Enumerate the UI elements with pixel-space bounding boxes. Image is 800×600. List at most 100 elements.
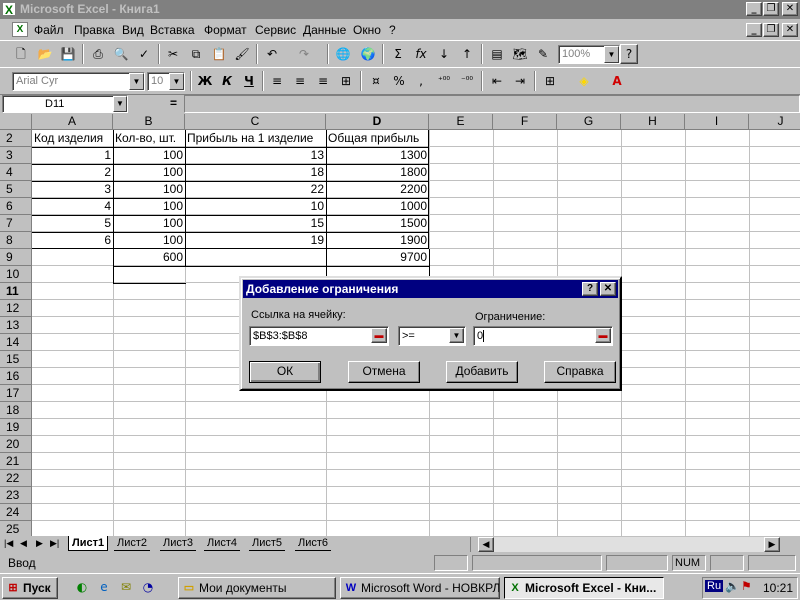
row-header[interactable]: 25 — [0, 521, 32, 536]
copy-icon[interactable]: ⧉ — [185, 44, 207, 65]
row-header[interactable]: 5 — [0, 181, 32, 198]
data-cell[interactable]: 1300 — [326, 147, 429, 164]
data-cell[interactable]: 1500 — [326, 215, 429, 232]
volume-icon[interactable]: 🔈 — [725, 579, 740, 593]
minimize-button[interactable]: _ — [746, 2, 762, 16]
scroll-left-icon[interactable]: ◀ — [478, 537, 494, 552]
menu-view[interactable]: Вид — [122, 23, 144, 37]
row-header[interactable]: 14 — [0, 334, 32, 351]
column-header[interactable]: A — [32, 114, 113, 130]
data-cell[interactable]: 22 — [185, 181, 326, 198]
doc-restore-button[interactable]: ❐ — [763, 23, 779, 37]
borders-icon[interactable]: ⊞ — [539, 71, 561, 92]
column-header[interactable]: I — [685, 114, 749, 130]
task-excel[interactable]: X Microsoft Excel - Кни... — [504, 577, 664, 599]
column-header[interactable]: D — [326, 114, 429, 130]
document-icon[interactable]: X — [12, 22, 28, 37]
data-cell[interactable]: 2 — [32, 164, 113, 181]
row-header[interactable]: 2 — [0, 130, 32, 147]
align-right-icon[interactable]: ≡ — [312, 71, 334, 92]
row-header[interactable]: 12 — [0, 300, 32, 317]
data-cell[interactable]: 2200 — [326, 181, 429, 198]
spelling-icon[interactable]: ✓ — [133, 44, 155, 65]
data-cell[interactable]: 1000 — [326, 198, 429, 215]
comma-button[interactable]: , — [410, 71, 432, 92]
menu-file[interactable]: Файл — [34, 23, 64, 37]
print-preview-icon[interactable]: 🔍 — [110, 44, 132, 65]
constraint-input[interactable]: 0 ▬ — [473, 326, 613, 346]
operator-select[interactable]: >= ▼ — [398, 326, 466, 346]
menu-tools[interactable]: Сервис — [255, 23, 296, 37]
currency-icon[interactable]: ¤ — [365, 71, 387, 92]
row-header[interactable]: 18 — [0, 402, 32, 419]
dialog-help-button[interactable]: ? — [582, 282, 598, 296]
sheet-tab-1[interactable]: Лист1 — [68, 536, 109, 551]
decrease-decimal-icon[interactable]: ⁻⁰⁰ — [456, 71, 478, 92]
data-cell[interactable]: 19 — [185, 232, 326, 249]
decrease-indent-icon[interactable]: ⇤ — [486, 71, 508, 92]
row-header[interactable]: 19 — [0, 419, 32, 436]
row-header[interactable]: 8 — [0, 232, 32, 249]
menu-insert[interactable]: Вставка — [150, 23, 195, 37]
row-header[interactable]: 9 — [0, 249, 32, 266]
help-button[interactable]: Справка — [544, 361, 616, 383]
column-header[interactable]: H — [621, 114, 685, 130]
data-cell[interactable]: 4 — [32, 198, 113, 215]
data-cell[interactable]: 100 — [113, 147, 185, 164]
menu-format[interactable]: Формат — [204, 23, 247, 37]
first-sheet-icon[interactable]: |◀ — [4, 538, 13, 549]
select-all-corner[interactable] — [0, 114, 32, 130]
doc-close-button[interactable]: ✕ — [782, 23, 798, 37]
data-cell[interactable]: 100 — [113, 181, 185, 198]
row-header[interactable]: 11 — [0, 283, 32, 300]
add-button[interactable]: Добавить — [446, 361, 518, 383]
font-color-icon[interactable]: A — [606, 71, 628, 92]
row-header[interactable]: 10 — [0, 266, 32, 283]
font-select[interactable]: Arial Cyr ▼ — [12, 72, 145, 91]
header-cell[interactable]: Прибыль на 1 изделие — [185, 130, 326, 147]
sort-asc-icon[interactable]: ↓ — [433, 44, 455, 65]
total-profit-cell[interactable]: 9700 — [326, 249, 429, 266]
dialog-close-button[interactable]: ✕ — [600, 282, 616, 296]
start-button[interactable]: ⊞ Пуск — [2, 577, 58, 599]
next-sheet-icon[interactable]: ▶ — [36, 538, 43, 549]
data-cell[interactable]: 5 — [32, 215, 113, 232]
data-cell[interactable]: 15 — [185, 215, 326, 232]
data-cell[interactable]: 100 — [113, 164, 185, 181]
print-icon[interactable]: ⎙ — [87, 44, 109, 65]
row-header[interactable]: 23 — [0, 487, 32, 504]
menu-help[interactable]: ? — [389, 23, 396, 37]
increase-decimal-icon[interactable]: ⁺⁰⁰ — [433, 71, 455, 92]
doc-minimize-button[interactable]: _ — [746, 23, 762, 37]
italic-button[interactable]: К — [216, 71, 238, 92]
scroll-right-icon[interactable]: ▶ — [764, 537, 780, 552]
merge-center-icon[interactable]: ⊞ — [335, 71, 357, 92]
column-header[interactable]: C — [185, 114, 326, 130]
data-cell[interactable]: 6 — [32, 232, 113, 249]
data-cell[interactable]: 18 — [185, 164, 326, 181]
cut-icon[interactable]: ✂ — [162, 44, 184, 65]
sheet-tab-3[interactable]: Лист3 — [160, 536, 197, 551]
formula-input[interactable] — [184, 95, 800, 113]
data-cell[interactable]: 1900 — [326, 232, 429, 249]
prev-sheet-icon[interactable]: ◀ — [20, 538, 27, 549]
zoom-select[interactable]: 100% ▼ — [558, 45, 620, 64]
data-cell[interactable]: 100 — [113, 215, 185, 232]
desktop-icon[interactable]: ◐ — [74, 579, 90, 595]
name-box[interactable]: D11 ▼ — [2, 95, 128, 113]
undo-icon[interactable]: ↶ — [261, 44, 283, 65]
align-center-icon[interactable]: ≡ — [289, 71, 311, 92]
fill-color-icon[interactable]: ◈ — [573, 71, 595, 92]
cell-reference-input[interactable]: $B$3:$B$8 ▬ — [249, 326, 389, 346]
row-header[interactable]: 4 — [0, 164, 32, 181]
chevron-down-icon[interactable]: ▼ — [449, 328, 464, 343]
percent-button[interactable]: % — [388, 71, 410, 92]
row-header[interactable]: 20 — [0, 436, 32, 453]
font-size-select[interactable]: 10 ▼ — [147, 72, 185, 91]
header-cell[interactable]: Кол-во, шт. — [113, 130, 185, 147]
column-header[interactable]: E — [429, 114, 493, 130]
horizontal-scrollbar[interactable] — [494, 537, 764, 552]
collapse-dialog-icon[interactable]: ▬ — [371, 328, 387, 343]
maximize-button[interactable]: ❐ — [763, 2, 779, 16]
menu-data[interactable]: Данные — [303, 23, 346, 37]
